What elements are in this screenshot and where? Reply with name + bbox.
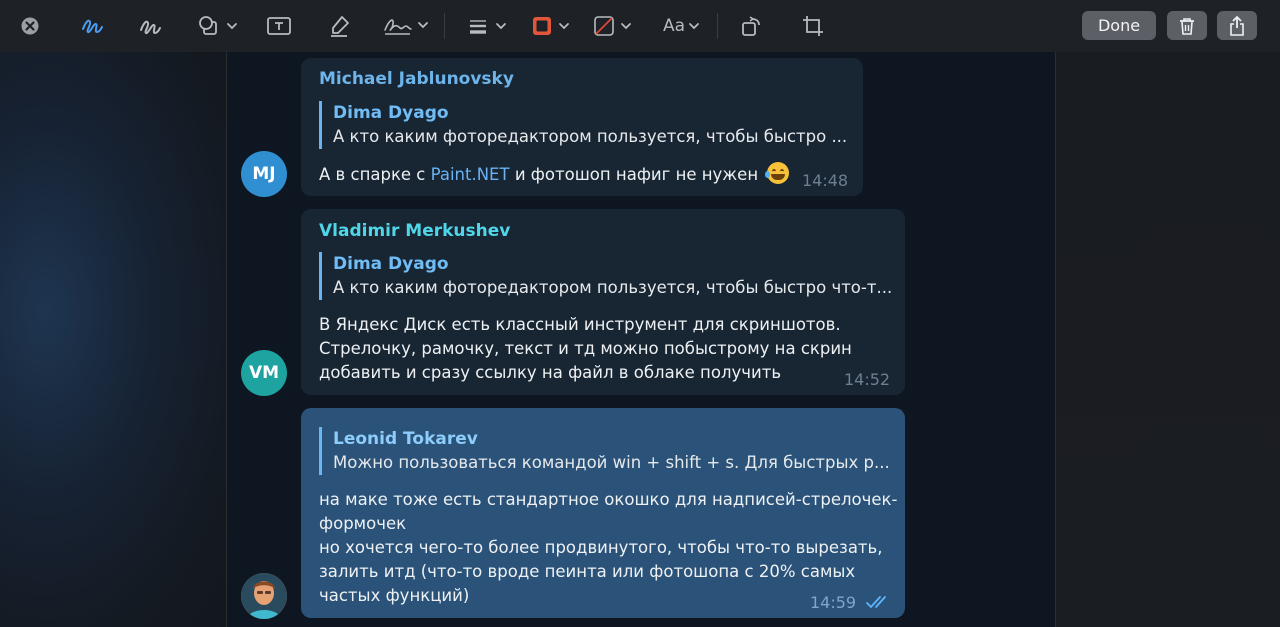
chat-screenshot: Michael Jablunovsky Dima Dyago А кто как… bbox=[226, 52, 1056, 627]
reply-author: Dima Dyago bbox=[333, 254, 449, 274]
rotate-icon[interactable] bbox=[738, 12, 764, 40]
border-color-icon[interactable] bbox=[530, 12, 574, 40]
reply-text: Можно пользоваться командой win + shift … bbox=[333, 453, 890, 472]
message-text: на маке тоже есть стандартное окошко для… bbox=[319, 490, 898, 605]
signature-icon[interactable] bbox=[382, 12, 430, 40]
line-style-icon[interactable] bbox=[466, 12, 510, 40]
crop-icon[interactable] bbox=[800, 12, 826, 40]
message-text: В Яндекс Диск есть классный инструмент д… bbox=[319, 315, 852, 382]
fill-color-icon[interactable] bbox=[592, 12, 636, 40]
face-with-tears-of-joy-icon bbox=[765, 162, 790, 184]
text-style-button[interactable]: Aa bbox=[660, 12, 706, 40]
message-time: 14:52 bbox=[844, 370, 891, 389]
message-sender: Michael Jablunovsky bbox=[319, 69, 514, 89]
toolbar-divider bbox=[717, 13, 718, 39]
reply-quote: Dima Dyago А кто каким фоторедактором по… bbox=[319, 101, 853, 149]
message-time: 14:48 bbox=[802, 171, 849, 190]
sketch-pen-icon[interactable] bbox=[78, 12, 106, 40]
background-blur-left bbox=[0, 52, 226, 627]
reply-text: А кто каким фоторедактором пользуется, ч… bbox=[333, 127, 848, 146]
avatar[interactable]: VM bbox=[241, 350, 287, 396]
toolbar-divider bbox=[444, 13, 445, 39]
double-check-icon bbox=[866, 596, 886, 609]
link[interactable]: Paint.NET bbox=[431, 165, 510, 184]
reply-quote: Dima Dyago А кто каким фоторедактором по… bbox=[319, 252, 893, 300]
message-time: 14:59 bbox=[810, 593, 857, 612]
done-button[interactable]: Done bbox=[1082, 11, 1156, 40]
message-bubble-own: Leonid Tokarev Можно пользоваться команд… bbox=[301, 408, 905, 618]
reply-author: Dima Dyago bbox=[333, 103, 449, 123]
reply-author: Leonid Tokarev bbox=[333, 429, 478, 449]
message-sender: Vladimir Merkushev bbox=[319, 221, 511, 241]
text-box-icon[interactable] bbox=[266, 12, 292, 40]
text-style-label: Aa bbox=[662, 16, 686, 36]
share-icon bbox=[1230, 15, 1244, 36]
user-photo-icon bbox=[241, 573, 287, 619]
avatar[interactable]: MJ bbox=[241, 151, 287, 197]
share-button[interactable] bbox=[1217, 11, 1257, 40]
draw-pen-icon[interactable] bbox=[136, 12, 164, 40]
message-bubble: Vladimir Merkushev Dima Dyago А кто каки… bbox=[301, 209, 905, 395]
highlighter-icon[interactable] bbox=[326, 12, 352, 40]
close-icon[interactable] bbox=[18, 12, 42, 40]
trash-icon bbox=[1180, 17, 1194, 35]
shapes-icon[interactable] bbox=[198, 12, 242, 40]
avatar[interactable] bbox=[241, 573, 287, 619]
delete-button[interactable] bbox=[1167, 11, 1207, 40]
background-right bbox=[1056, 52, 1280, 627]
markup-toolbar: Aa Done bbox=[0, 0, 1280, 52]
reply-text: А кто каким фоторедактором пользуется, ч… bbox=[333, 278, 893, 297]
reply-quote: Leonid Tokarev Можно пользоваться команд… bbox=[319, 427, 893, 475]
message-text: А в спарке с Paint.NET и фотошоп нафиг н… bbox=[319, 162, 790, 187]
message-bubble: Michael Jablunovsky Dima Dyago А кто как… bbox=[301, 58, 863, 196]
